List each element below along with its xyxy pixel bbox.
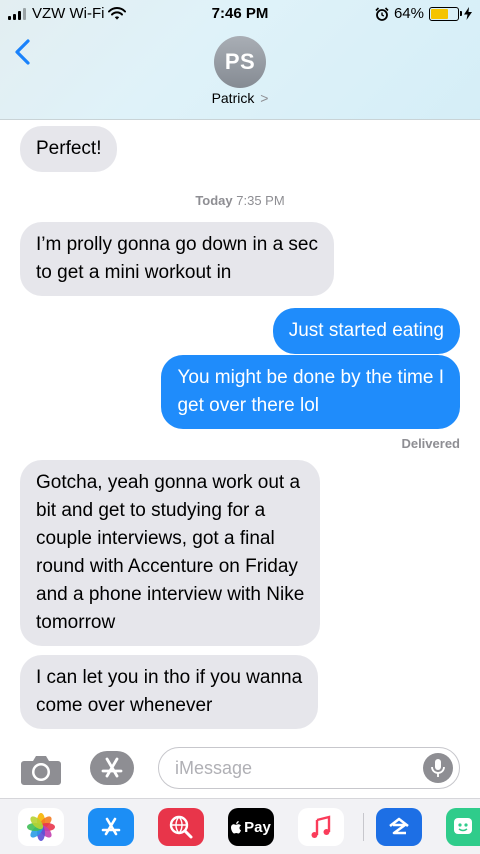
message-line: I can let you in tho if you wanna	[36, 667, 303, 688]
app-store-icon[interactable]	[88, 808, 134, 846]
message-timestamp: Today 7:35 PM	[0, 193, 480, 208]
message-bubble-sent[interactable]: You might be done by the time I get over…	[161, 355, 460, 429]
imessage-placeholder: iMessage	[175, 758, 253, 778]
conversation-header: VZW Wi-Fi 7:46 PM 64% PS Patrick >	[0, 0, 480, 120]
battery-percent: 64%	[393, 5, 424, 22]
message-bubble-received[interactable]: Gotcha, yeah gonna work out a bit and ge…	[20, 460, 321, 646]
message-input-bar: iMessage	[0, 738, 480, 798]
message-line: bit and get to studying for a	[36, 500, 266, 521]
apple-pay-label: Pay	[244, 818, 271, 836]
status-right: 64%	[375, 5, 472, 22]
back-chevron-icon[interactable]	[12, 38, 36, 66]
photos-flower-icon	[27, 813, 55, 841]
message-bubble-sent[interactable]: Just started eating	[272, 308, 460, 354]
chevron-right-icon: >	[260, 90, 269, 106]
globe-search-icon	[169, 815, 193, 839]
contact-name: Patrick	[211, 90, 255, 106]
bitmoji-icon[interactable]	[446, 808, 480, 846]
status-bar: VZW Wi-Fi 7:46 PM 64%	[0, 0, 480, 28]
music-icon[interactable]	[298, 808, 344, 846]
message-line: get over there lol	[177, 395, 319, 416]
message-line: come over whenever	[36, 695, 213, 716]
timestamp-time: 7:35 PM	[236, 193, 285, 208]
imessage-input[interactable]: iMessage	[158, 747, 460, 789]
message-line: Gotcha, yeah gonna work out a	[36, 472, 301, 493]
delivered-status: Delivered	[401, 436, 460, 451]
drawer-divider	[363, 813, 364, 841]
images-search-icon[interactable]	[158, 808, 204, 846]
timestamp-day: Today	[195, 193, 233, 208]
music-note-icon	[311, 815, 331, 838]
app-store-a-icon	[101, 817, 121, 836]
message-line: You might be done by the time I	[177, 367, 444, 388]
message-line: round with Accenture on Friday	[36, 556, 298, 577]
photos-app-icon[interactable]	[18, 808, 64, 846]
message-line: Perfect!	[36, 138, 102, 159]
message-line: couple interviews, got a final	[36, 528, 275, 549]
charging-bolt-icon	[464, 7, 472, 20]
message-line: tomorrow	[36, 612, 116, 633]
message-line: Just started eating	[288, 320, 444, 341]
bitmoji-face-icon	[454, 818, 472, 834]
battery-fill	[431, 8, 448, 19]
apple-logo-icon	[231, 820, 242, 833]
app-store-a-icon	[101, 757, 123, 778]
zillow-z-icon	[389, 817, 409, 835]
message-bubble-received[interactable]: Perfect!	[20, 126, 118, 172]
message-bubble-received[interactable]: I’m prolly gonna go down in a sec to get…	[20, 222, 334, 296]
camera-icon[interactable]	[20, 754, 62, 786]
message-line: to get a mini workout in	[36, 262, 232, 283]
app-drawer: Pay	[0, 798, 480, 854]
message-bubble-received[interactable]: I can let you in tho if you wanna come o…	[20, 655, 319, 729]
apple-pay-icon[interactable]: Pay	[228, 808, 274, 846]
message-line: and a phone interview with Nike	[36, 584, 305, 605]
contact-name-button[interactable]: Patrick >	[0, 90, 480, 106]
battery-icon	[429, 6, 462, 21]
app-store-drawer-button[interactable]	[90, 751, 134, 785]
microphone-icon	[431, 759, 445, 777]
contact-avatar[interactable]: PS	[214, 36, 266, 88]
avatar-initials: PS	[224, 49, 256, 74]
microphone-button[interactable]	[423, 753, 453, 783]
message-line: I’m prolly gonna go down in a sec	[36, 234, 318, 255]
alarm-clock-icon	[375, 6, 389, 21]
zillow-icon[interactable]	[376, 808, 422, 846]
